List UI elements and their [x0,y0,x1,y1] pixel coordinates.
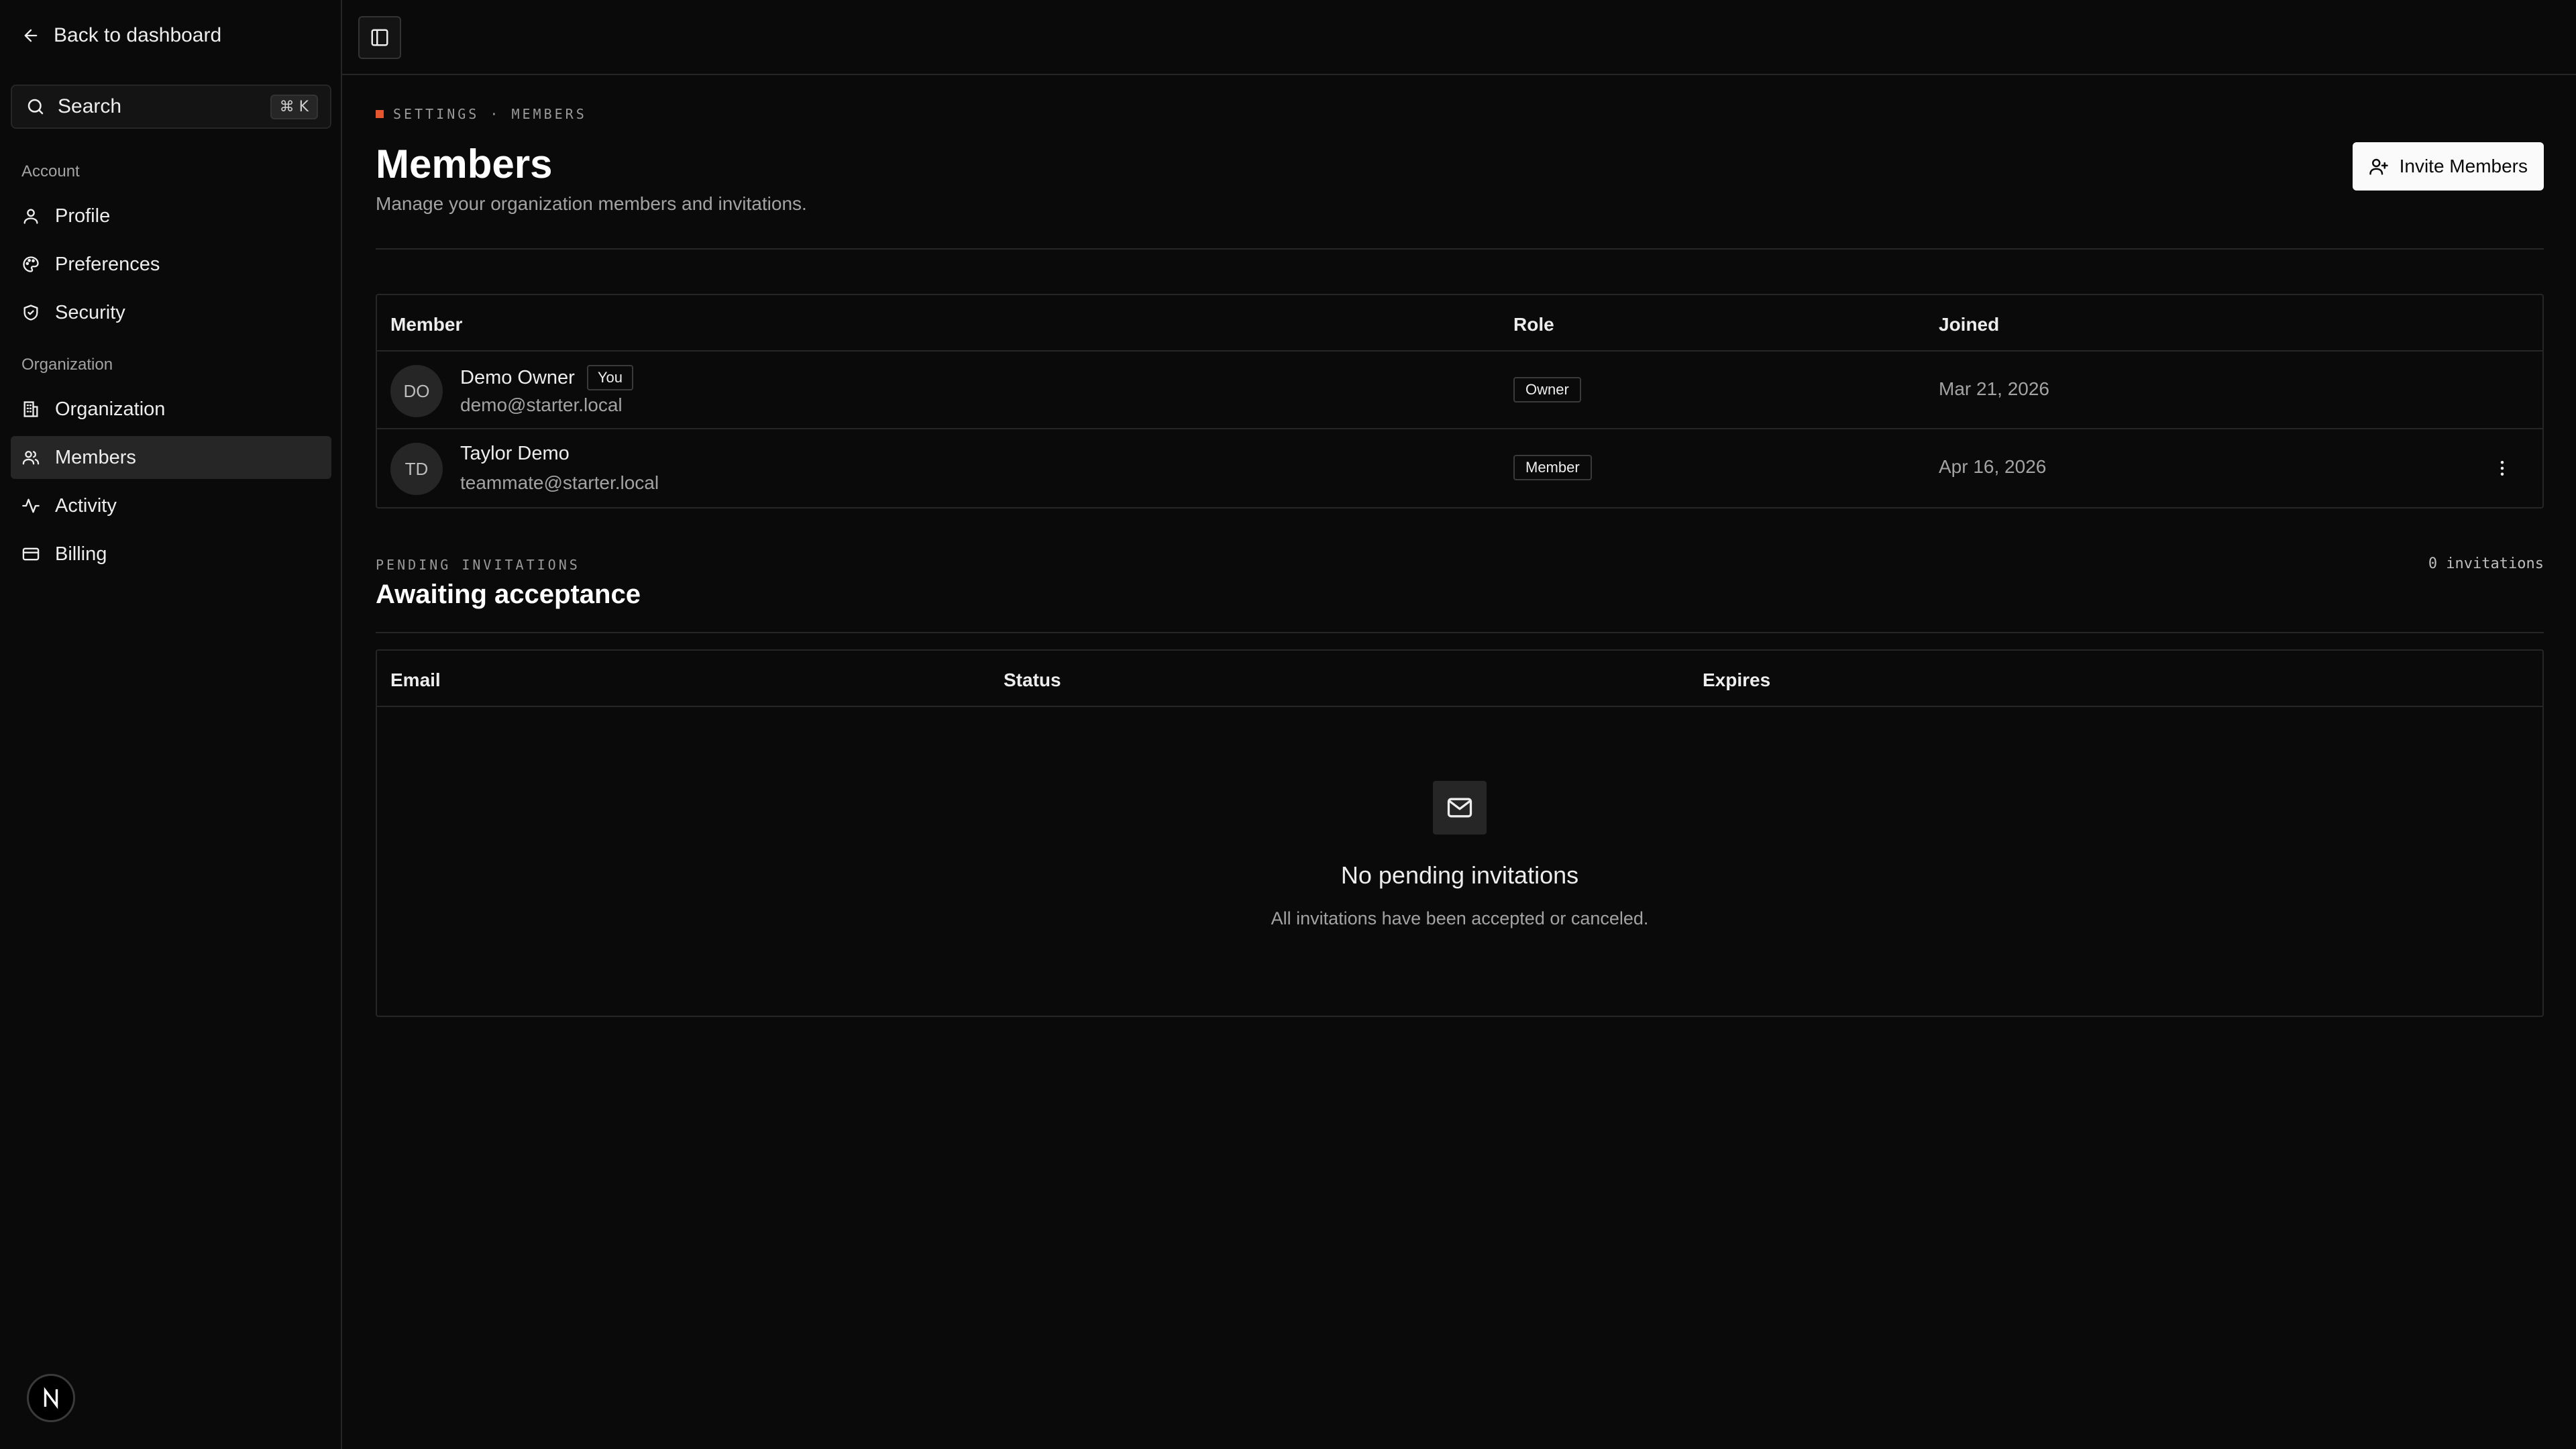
sidebar-item-preferences[interactable]: Preferences [11,243,331,286]
nav-section-account: Account [21,162,80,180]
invite-members-button[interactable]: Invite Members [2352,142,2544,191]
pending-invitations-label: PENDING INVITATIONS [376,557,580,573]
breadcrumb-accent-dot [376,110,384,118]
member-email: demo@starter.local [460,394,623,415]
sidebar-toggle-button[interactable] [358,16,401,59]
mail-icon [1447,798,1472,818]
row-actions-button[interactable] [2490,456,2514,480]
pending-invitations-count: 0 invitations [2428,555,2544,572]
back-to-dashboard-label: Back to dashboard [54,24,222,46]
avatar: TD [390,443,443,495]
back-to-dashboard-link[interactable]: Back to dashboard [21,24,221,47]
search-icon [28,99,44,115]
user-plus-icon [2369,158,2388,175]
sidebar-item-profile[interactable]: Profile [11,195,331,237]
user-icon [23,209,38,224]
logo-n-icon [44,1387,58,1409]
search-shortcut: ⌘ K [270,94,318,119]
search-input[interactable]: Search ⌘ K [11,85,331,129]
activity-icon [22,498,40,513]
empty-state-icon-box [1433,781,1487,835]
sidebar-item-security[interactable]: Security [11,291,331,334]
sidebar-item-label: Preferences [55,253,160,275]
column-header-member: Member [390,314,463,335]
pending-invitations-title: Awaiting acceptance [376,580,641,609]
users-icon [22,451,40,465]
role-badge: Owner [1513,377,1581,402]
member-name: Demo Owner You [460,365,633,390]
member-name-text: Taylor Demo [460,443,570,464]
sidebar-item-billing[interactable]: Billing [11,533,331,576]
panel-left-icon [371,29,388,46]
role-badge: Member [1513,455,1592,480]
member-name-text: Demo Owner [460,366,575,388]
credit-card-icon [22,547,40,561]
app-logo-button[interactable] [27,1374,75,1422]
sidebar: Back to dashboard Search ⌘ K Account Pro… [0,0,342,1449]
table-row: DO Demo Owner You demo@starter.local Own… [377,352,2542,429]
you-badge: You [586,365,633,390]
nav-section-organization: Organization [21,356,113,374]
breadcrumb: SETTINGS · MEMBERS [376,106,587,122]
empty-state: No pending invitations All invitations h… [377,707,2542,1016]
column-header-email: Email [390,669,441,690]
sidebar-item-label: Profile [55,205,111,227]
member-email: teammate@starter.local [460,472,659,493]
palette-icon [23,256,39,272]
column-header-role: Role [1513,314,1554,335]
sidebar-item-organization[interactable]: Organization [11,388,331,431]
breadcrumb-text: SETTINGS · MEMBERS [393,106,587,122]
sidebar-item-label: Organization [55,398,166,420]
sidebar-item-label: Activity [55,494,117,517]
empty-state-subtitle: All invitations have been accepted or ca… [1271,908,1649,928]
pending-divider [376,632,2544,633]
invite-members-label: Invite Members [2399,156,2528,176]
members-table: Member Role Joined DO Demo Owner You dem… [376,294,2544,508]
arrow-left-icon [24,29,38,42]
member-name: Taylor Demo [460,443,570,465]
invitations-table: Email Status Expires No pending invitati… [376,649,2544,1017]
table-row: TD Taylor Demo teammate@starter.local Me… [377,429,2542,507]
search-label: Search [58,95,122,117]
page-title: Members [376,142,553,186]
header-divider [376,248,2544,250]
joined-date: Apr 16, 2026 [1939,456,2047,477]
page-subtitle: Manage your organization members and inv… [376,193,807,214]
avatar: DO [390,365,443,417]
sidebar-item-members[interactable]: Members [11,436,331,479]
sidebar-item-label: Billing [55,543,107,565]
column-header-status: Status [1004,669,1061,690]
sidebar-item-activity[interactable]: Activity [11,484,331,527]
building-icon [23,401,38,417]
more-vertical-icon [2500,461,2504,476]
members-table-header: Member Role Joined [377,295,2542,352]
sidebar-item-label: Security [55,301,125,323]
column-header-expires: Expires [1703,669,1771,690]
top-bar [342,0,2576,75]
joined-date: Mar 21, 2026 [1939,378,2049,399]
column-header-joined: Joined [1939,314,2000,335]
empty-state-title: No pending invitations [1340,861,1579,889]
invitations-table-header: Email Status Expires [377,651,2542,707]
shield-icon [23,305,38,321]
sidebar-item-label: Members [55,446,136,468]
